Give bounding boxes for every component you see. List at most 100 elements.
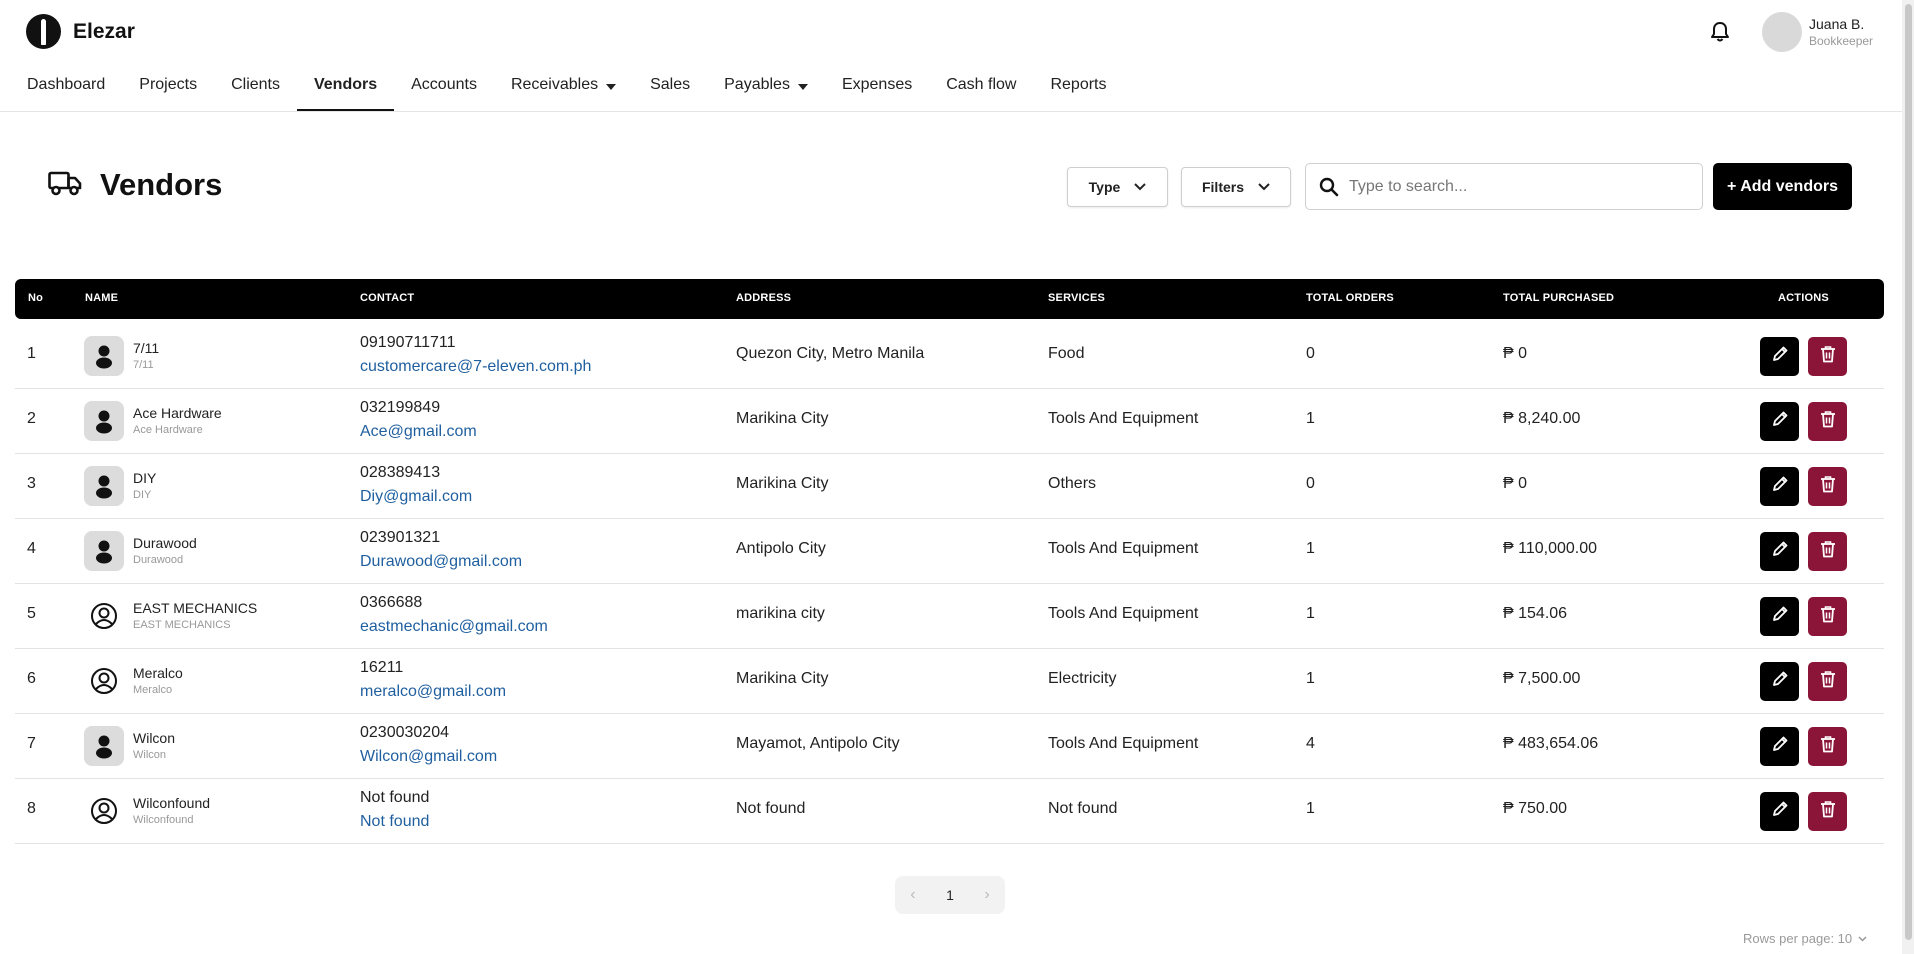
edit-button[interactable] — [1760, 532, 1799, 571]
vendor-address: Marikina City — [736, 410, 829, 427]
vendor-email-link[interactable]: meralco@gmail.com — [360, 683, 506, 701]
vendor-email-link[interactable]: Wilcon@gmail.com — [360, 748, 497, 766]
vendor-name: Meralco — [133, 665, 183, 681]
table-row[interactable]: 3 DIY DIY 028389413 Diy@gmail.com Marikina Ci… — [15, 454, 1884, 519]
nav-label: Reports — [1050, 76, 1107, 93]
pencil-icon — [1771, 410, 1789, 433]
vendor-total-orders: 0 — [1306, 475, 1315, 492]
table-row[interactable]: 7 Wilcon Wilcon 0230030204 Wilcon@gmail.com M… — [15, 714, 1884, 779]
edit-button[interactable] — [1760, 662, 1799, 701]
next-page-button[interactable]: › — [984, 886, 989, 904]
pencil-icon — [1771, 475, 1789, 498]
vendor-subname: Durawood — [133, 554, 184, 566]
user-avatar[interactable] — [1762, 12, 1802, 52]
edit-button[interactable] — [1760, 402, 1799, 441]
delete-button[interactable] — [1808, 792, 1847, 831]
edit-button[interactable] — [1760, 597, 1799, 636]
delete-button[interactable] — [1808, 662, 1847, 701]
vendor-name: 7/11 — [133, 340, 160, 356]
delete-button[interactable] — [1808, 532, 1847, 571]
bell-icon[interactable] — [1707, 19, 1733, 45]
nav-cash-flow[interactable]: Cash flow — [929, 68, 1033, 111]
trash-icon — [1820, 735, 1836, 758]
vendor-email-link[interactable]: Not found — [360, 813, 429, 831]
vendor-services: Food — [1048, 345, 1085, 362]
edit-button[interactable] — [1760, 792, 1799, 831]
nav-dashboard[interactable]: Dashboard — [10, 68, 122, 111]
vendor-phone: 023901321 — [360, 529, 441, 546]
vendor-services: Electricity — [1048, 670, 1117, 687]
vendor-name: Wilconfound — [133, 795, 211, 811]
nav-clients[interactable]: Clients — [214, 68, 297, 111]
row-number: 6 — [27, 670, 36, 687]
edit-button[interactable] — [1760, 727, 1799, 766]
nav-projects[interactable]: Projects — [122, 68, 214, 111]
prev-page-button[interactable]: ‹ — [910, 886, 915, 904]
vendor-address: Not found — [736, 800, 806, 817]
delete-button[interactable] — [1808, 337, 1847, 376]
trash-icon — [1820, 410, 1836, 433]
table-row[interactable]: 4 Durawood Durawood 023901321 Durawood@gmail… — [15, 519, 1884, 584]
pencil-icon — [1771, 345, 1789, 368]
scrollbar[interactable] — [1902, 0, 1914, 954]
table-row[interactable]: 6 Meralco Meralco 16211 meralco@gmail.com Mar… — [15, 649, 1884, 714]
vendor-subname: 7/11 — [133, 359, 154, 371]
edit-button[interactable] — [1760, 337, 1799, 376]
user-icon — [84, 791, 124, 831]
vendor-subname: Meralco — [133, 684, 173, 696]
rows-per-page-select[interactable]: Rows per page: 10 — [1743, 931, 1867, 946]
main-nav: Dashboard Projects Clients Vendors Accou… — [10, 68, 1124, 111]
vendor-email-link[interactable]: customercare@7-eleven.com.ph — [360, 358, 591, 376]
table-row[interactable]: 8 Wilconfound Wilconfound Not found Not foun… — [15, 779, 1884, 844]
user-icon — [84, 661, 124, 701]
user-icon — [84, 726, 124, 766]
vendor-name: DIY — [133, 470, 157, 486]
brand[interactable]: Elezar — [26, 14, 135, 49]
vendor-total-purchased: ₱ 110,000.00 — [1503, 540, 1598, 557]
nav-label: Dashboard — [27, 76, 106, 93]
delete-button[interactable] — [1808, 727, 1847, 766]
scrollbar-thumb[interactable] — [1905, 4, 1912, 940]
vendor-email-link[interactable]: Diy@gmail.com — [360, 488, 472, 506]
table-row[interactable]: 1 7/11 7/11 09190711711 customercare@7-eleve… — [15, 324, 1884, 389]
delete-button[interactable] — [1808, 597, 1847, 636]
search-icon — [1319, 177, 1339, 196]
user-icon — [84, 336, 124, 376]
nav-sales[interactable]: Sales — [633, 68, 707, 111]
vendor-address: Mayamot, Antipolo City — [736, 735, 900, 752]
edit-button[interactable] — [1760, 467, 1799, 506]
vendor-total-orders: 1 — [1306, 670, 1315, 687]
nav-reports[interactable]: Reports — [1033, 68, 1123, 111]
vendor-address: marikina city — [736, 605, 825, 622]
page-number[interactable]: 1 — [946, 887, 954, 903]
filters-dropdown[interactable]: Filters — [1181, 167, 1291, 207]
add-vendors-button[interactable]: + Add vendors — [1713, 163, 1852, 210]
vendor-services: Tools And Equipment — [1048, 735, 1199, 752]
nav-accounts[interactable]: Accounts — [394, 68, 494, 111]
vendor-email-link[interactable]: eastmechanic@gmail.com — [360, 618, 548, 636]
logo-icon — [26, 14, 61, 49]
chevron-down-icon — [1258, 183, 1270, 191]
vendor-email-link[interactable]: Ace@gmail.com — [360, 423, 477, 441]
type-dropdown[interactable]: Type — [1067, 167, 1168, 207]
vendor-email-link[interactable]: Durawood@gmail.com — [360, 553, 522, 571]
table-row[interactable]: 2 Ace Hardware Ace Hardware 032199849 Ace@gm… — [15, 389, 1884, 454]
search-input[interactable] — [1349, 177, 1689, 196]
table-row[interactable]: 5 EAST MECHANICS EAST MECHANICS 0366688 east… — [15, 584, 1884, 649]
vendor-phone: 032199849 — [360, 399, 441, 416]
user-name: Juana B. — [1809, 16, 1865, 32]
delete-button[interactable] — [1808, 467, 1847, 506]
vendor-total-orders: 1 — [1306, 605, 1315, 622]
nav-payables[interactable]: Payables — [707, 68, 825, 111]
pencil-icon — [1771, 670, 1789, 693]
user-role: Bookkeeper — [1809, 34, 1874, 48]
col-name: NAME — [85, 292, 119, 304]
nav-receivables[interactable]: Receivables — [494, 68, 633, 111]
vendor-total-purchased: ₱ 8,240.00 — [1503, 410, 1581, 427]
nav-expenses[interactable]: Expenses — [825, 68, 929, 111]
vendor-subname: Wilcon — [133, 749, 167, 761]
nav-vendors[interactable]: Vendors — [296, 68, 395, 111]
vendor-services: Not found — [1048, 800, 1118, 817]
vendor-total-orders: 4 — [1306, 735, 1315, 752]
delete-button[interactable] — [1808, 402, 1847, 441]
